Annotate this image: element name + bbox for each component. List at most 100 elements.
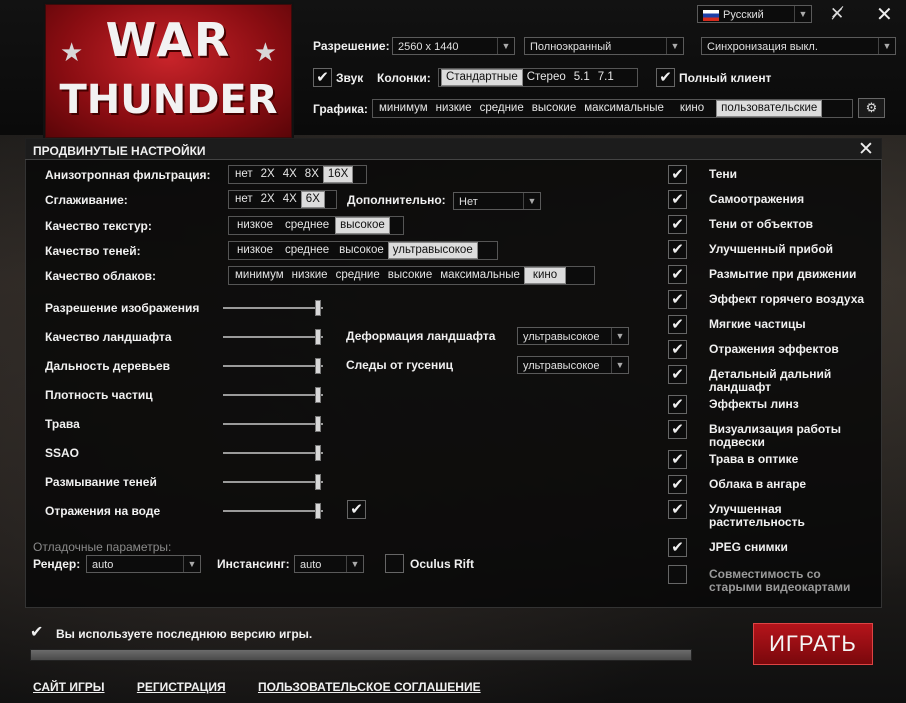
slider-track[interactable] — [223, 307, 323, 309]
slider-handle[interactable] — [315, 358, 321, 374]
slider-handle[interactable] — [315, 503, 321, 519]
site-link[interactable]: САЙТ ИГРЫ — [33, 680, 105, 694]
texture-selector[interactable]: низкое среднее высокое — [228, 216, 404, 235]
speakers-option[interactable]: Стандартные — [441, 69, 523, 86]
close-window-icon[interactable]: ✕ — [876, 2, 893, 27]
speakers-option[interactable]: 7.1 — [594, 70, 618, 85]
slider-track[interactable] — [223, 336, 323, 338]
effect-checkbox[interactable]: ✔ — [668, 365, 687, 384]
speakers-option[interactable]: 5.1 — [570, 70, 594, 85]
shadow-option[interactable]: ультравысокое — [387, 242, 478, 259]
effect-checkbox[interactable]: ✔ — [668, 165, 687, 184]
slider-handle[interactable] — [315, 387, 321, 403]
clouds-option[interactable]: максимальные — [436, 268, 524, 283]
graphics-option[interactable]: пользовательские — [716, 100, 823, 117]
graphics-option[interactable]: средние — [476, 101, 528, 116]
oculus-checkbox[interactable] — [385, 554, 404, 573]
effect-checkbox[interactable] — [668, 565, 687, 584]
texture-option[interactable]: низкое — [231, 218, 279, 233]
play-button[interactable]: ИГРАТЬ — [753, 623, 873, 665]
panel-close-icon[interactable]: ✕ — [858, 138, 874, 161]
slider-track[interactable] — [223, 365, 323, 367]
effect-checkbox[interactable]: ✔ — [668, 315, 687, 334]
graphics-option[interactable]: высокие — [528, 101, 581, 116]
graphics-preset-selector[interactable]: минимум низкие средние высокие максималь… — [372, 99, 853, 118]
shadow-option[interactable]: высокое — [335, 243, 388, 258]
shadow-option[interactable]: среднее — [279, 243, 335, 258]
full-client-checkbox[interactable]: ✔ — [656, 68, 675, 87]
aniso-option[interactable]: 2X — [257, 167, 279, 182]
chevron-down-icon: ▼ — [183, 556, 200, 572]
sound-checkbox[interactable]: ✔ — [313, 68, 332, 87]
clouds-option[interactable]: минимум — [231, 268, 288, 283]
slider-handle[interactable] — [315, 329, 321, 345]
slider-track[interactable] — [223, 481, 323, 483]
effect-checkbox[interactable]: ✔ — [668, 475, 687, 494]
checkmark-icon: ✔ — [316, 69, 329, 86]
clouds-option[interactable]: низкие — [288, 268, 332, 283]
graphics-option[interactable]: кино — [668, 101, 716, 116]
aniso-option[interactable]: 8X — [301, 167, 323, 182]
gear-icon[interactable]: ⚙ — [858, 98, 885, 118]
texture-option[interactable]: высокое — [335, 217, 390, 234]
aa-option[interactable]: 2X — [257, 192, 279, 207]
clouds-selector[interactable]: минимум низкие средние высокие максималь… — [228, 266, 595, 285]
aa-option[interactable]: 4X — [279, 192, 301, 207]
effect-checkbox[interactable]: ✔ — [668, 450, 687, 469]
resolution-select[interactable]: 2560 x 1440 ▼ — [392, 37, 515, 55]
effect-checkbox[interactable]: ✔ — [668, 420, 687, 439]
shadow-option[interactable]: низкое — [231, 243, 279, 258]
speakers-option[interactable]: Стерео — [523, 70, 570, 85]
display-mode-select[interactable]: Полноэкранный ▼ — [524, 37, 684, 55]
vsync-select[interactable]: Синхронизация выкл. ▼ — [701, 37, 896, 55]
slider-track[interactable] — [223, 510, 323, 512]
instancing-select[interactable]: auto ▼ — [294, 555, 364, 573]
aniso-option[interactable]: 16X — [322, 166, 354, 183]
language-select[interactable]: Русский ▼ — [697, 5, 812, 23]
tracks-label: Следы от гусениц — [346, 358, 453, 372]
effect-checkbox[interactable]: ✔ — [668, 290, 687, 309]
water-reflection-checkbox[interactable]: ✔ — [347, 500, 366, 519]
shadow-selector[interactable]: низкое среднее высокое ультравысокое — [228, 241, 498, 260]
effect-checkbox[interactable]: ✔ — [668, 265, 687, 284]
extra-select[interactable]: Нет ▼ — [453, 192, 541, 210]
graphics-option[interactable]: низкие — [432, 101, 476, 116]
aniso-selector[interactable]: нет 2X 4X 8X 16X — [228, 165, 367, 184]
slider-handle[interactable] — [315, 300, 321, 316]
aa-selector[interactable]: нет 2X 4X 6X — [228, 190, 337, 209]
checkmark-icon: ✔ — [671, 451, 684, 468]
graphics-option[interactable]: максимальные — [580, 101, 668, 116]
slider-handle[interactable] — [315, 416, 321, 432]
terrain-deform-select[interactable]: ультравысокое ▼ — [517, 327, 629, 345]
effect-label: Тени от объектов — [709, 217, 814, 231]
graphics-option[interactable]: минимум — [375, 101, 432, 116]
settings-tools-icon[interactable]: ✕̸ — [830, 4, 844, 24]
slider-track[interactable] — [223, 452, 323, 454]
effect-checkbox[interactable]: ✔ — [668, 340, 687, 359]
slider-handle[interactable] — [315, 445, 321, 461]
slider-handle[interactable] — [315, 474, 321, 490]
texture-option[interactable]: среднее — [279, 218, 335, 233]
effect-checkbox[interactable]: ✔ — [668, 215, 687, 234]
register-link[interactable]: РЕГИСТРАЦИЯ — [137, 680, 226, 694]
effect-checkbox[interactable]: ✔ — [668, 240, 687, 259]
aa-option[interactable]: 6X — [300, 191, 325, 208]
slider-track[interactable] — [223, 423, 323, 425]
render-select[interactable]: auto ▼ — [86, 555, 201, 573]
effect-checkbox[interactable]: ✔ — [668, 395, 687, 414]
aniso-option[interactable]: 4X — [279, 167, 301, 182]
aa-option[interactable]: нет — [231, 192, 257, 207]
effect-checkbox[interactable]: ✔ — [668, 500, 687, 519]
effect-checkbox[interactable]: ✔ — [668, 190, 687, 209]
clouds-option[interactable]: средние — [332, 268, 384, 283]
speakers-selector[interactable]: Стандартные Стерео 5.1 7.1 — [438, 68, 638, 87]
effect-checkbox[interactable]: ✔ — [668, 538, 687, 557]
clouds-option[interactable]: кино — [523, 267, 567, 284]
tracks-select[interactable]: ультравысокое ▼ — [517, 356, 629, 374]
slider-track[interactable] — [223, 394, 323, 396]
clouds-option[interactable]: высокие — [384, 268, 437, 283]
chevron-down-icon: ▼ — [611, 357, 628, 373]
aniso-option[interactable]: нет — [231, 167, 257, 182]
agreement-link[interactable]: ПОЛЬЗОВАТЕЛЬСКОЕ СОГЛАШЕНИЕ — [258, 680, 481, 694]
debug-title: Отладочные параметры: — [33, 540, 172, 554]
